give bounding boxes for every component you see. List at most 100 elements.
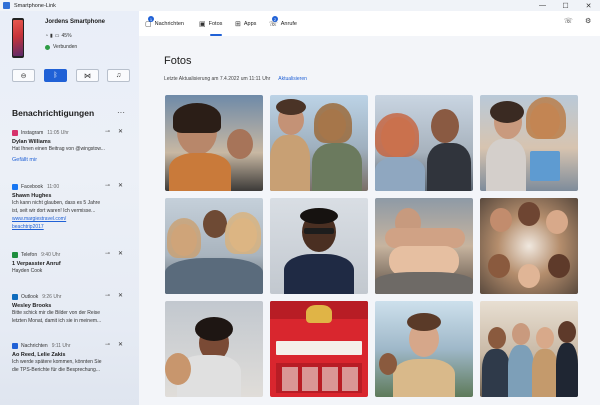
unread-badge: 1	[148, 16, 154, 22]
photo-thumbnail[interactable]	[165, 301, 263, 397]
tab-apps[interactable]: ⊞ Apps	[235, 17, 256, 31]
photo-thumbnail[interactable]	[375, 301, 473, 397]
last-updated: Letzte Aktualisierung am 7.4.2022 um 11:…	[164, 76, 307, 82]
notifications-more-button[interactable]: ···	[117, 108, 125, 117]
apps-icon: ⊞	[235, 21, 241, 28]
notification-time: 9:40 Uhr	[41, 251, 61, 258]
notifications-heading: Benachrichtigungen	[12, 108, 95, 118]
photo-thumbnail[interactable]	[270, 301, 368, 397]
messages-icon: ▢ 1	[145, 16, 154, 28]
notification-text: ist, seit wir dort waren! Ich vermisse..…	[12, 208, 96, 214]
missed-calls-badge: 2	[272, 16, 278, 22]
notification-time: 9:11 Uhr	[51, 342, 71, 349]
notification-item[interactable]: Facebook 11:00 ⊸ ✕ Shawn Hughes Ich kann n…	[12, 182, 130, 231]
notification-app: Telefon	[21, 251, 38, 258]
dialer-icon[interactable]: ☏	[564, 17, 573, 25]
close-button[interactable]: ✕	[577, 0, 600, 11]
photo-thumbnail[interactable]	[375, 95, 473, 191]
tab-bar: ▢ 1 Nachrichten ▣ Fotos ⊞ Apps ☏ 2 Anrufe …	[139, 11, 600, 36]
photo-thumbnail[interactable]	[480, 95, 578, 191]
connection-label: Verbunden	[53, 44, 78, 50]
notification-sender: Wesley Brooks	[12, 303, 52, 309]
notification-text: Ich kann nicht glauben, dass es 5 Jahre	[12, 200, 101, 206]
dismiss-icon[interactable]: ✕	[118, 128, 123, 135]
device-name: Jordens Smartphone	[45, 19, 106, 25]
connected-icon	[45, 44, 50, 50]
audio-routing-icon: ⋈	[84, 72, 91, 80]
notification-item[interactable]: Outlook 9:26 Uhr ⊸ ✕ Wesley Brooks Bitte s…	[12, 292, 130, 325]
quick-action-bluetooth[interactable]: ᛒ	[44, 69, 67, 82]
outlook-icon	[12, 293, 18, 300]
messages-icon	[12, 342, 18, 349]
tab-label: Anrufe	[280, 21, 297, 27]
pin-icon[interactable]: ⊸	[105, 341, 110, 348]
dismiss-icon[interactable]: ✕	[118, 250, 123, 257]
sidebar: Jordens Smartphone ◔ ▮ ▭ 45% Verbunden ⊖…	[0, 11, 139, 405]
notification-sender: Shawn Hughes	[12, 193, 52, 199]
dismiss-icon[interactable]: ✕	[118, 292, 123, 299]
quick-action-music[interactable]: ♫	[107, 69, 130, 82]
notification-text: Ich werde spätere kommen, könnten Sie	[12, 359, 102, 365]
battery-icon: ▭	[54, 33, 60, 39]
tab-label: Apps	[243, 21, 257, 27]
pin-icon[interactable]: ⊸	[105, 250, 110, 257]
notification-item[interactable]: Instagram 11:05 Uhr ⊸ ✕ Dylan Williams Hat…	[12, 128, 130, 163]
photo-thumbnail[interactable]	[480, 301, 578, 397]
tab-calls[interactable]: ☏ 2 Anrufe	[269, 16, 297, 31]
notification-sender: Ao Reed, Lelie Zakis	[12, 352, 66, 358]
notification-sender: Dylan Williams	[12, 139, 51, 145]
pin-icon[interactable]: ⊸	[105, 292, 110, 299]
phone-icon	[12, 251, 18, 258]
notification-item[interactable]: Nachrichten 9:11 Uhr ⊸ ✕ Ao Reed, Lelie Za…	[12, 341, 130, 374]
notification-link[interactable]: www.margiestravel.com/	[12, 216, 130, 223]
last-updated-text: Letzte Aktualisierung am 7.4.2022 um 11:…	[164, 76, 271, 82]
music-icon: ♫	[115, 72, 122, 79]
notification-text: Hayden Cook	[12, 268, 43, 274]
photo-thumbnail[interactable]	[270, 198, 368, 294]
photos-panel: Fotos Letzte Aktualisierung am 7.4.2022 …	[139, 36, 600, 405]
photos-icon: ▣	[199, 21, 206, 28]
notification-app: Instagram	[21, 129, 44, 136]
photo-thumbnail[interactable]	[165, 198, 263, 294]
photo-thumbnail[interactable]	[270, 95, 368, 191]
do-not-disturb-icon: ⊖	[20, 72, 27, 80]
notification-text: Hat Ihnen einen Beitrag von @wingstow...	[12, 146, 105, 152]
tab-label: Nachrichten	[154, 21, 184, 27]
minimize-button[interactable]: —	[531, 0, 554, 11]
notification-sender: 1 Verpasster Anruf	[12, 261, 61, 267]
pin-icon[interactable]: ⊸	[105, 182, 110, 189]
dismiss-icon[interactable]: ✕	[118, 182, 123, 189]
maximize-button[interactable]: ☐	[554, 0, 577, 11]
tab-photos[interactable]: ▣ Fotos	[199, 17, 222, 31]
signal-icon: ▮	[50, 33, 53, 39]
notification-time: 11:05 Uhr	[47, 129, 69, 136]
notification-app: Facebook	[21, 183, 43, 190]
window-title: Smartphone-Link	[14, 2, 56, 9]
settings-icon[interactable]: ⚙	[585, 17, 591, 25]
photo-grid	[165, 95, 578, 405]
notification-link[interactable]: beachtrip2017	[12, 224, 130, 231]
quick-action-audio[interactable]: ⋈	[76, 69, 99, 82]
pin-icon[interactable]: ⊸	[105, 128, 110, 135]
tab-messages[interactable]: ▢ 1 Nachrichten	[145, 16, 184, 31]
photo-thumbnail[interactable]	[480, 198, 578, 294]
tab-label: Fotos	[208, 21, 223, 27]
notification-text: letzten Monat, damit ich sie in meinem..…	[12, 318, 102, 324]
notification-app: Nachrichten	[21, 342, 48, 349]
app-logo-icon	[3, 2, 10, 9]
like-action-button[interactable]: Gefällt mir	[12, 157, 130, 163]
page-title: Fotos	[164, 55, 192, 67]
device-status: ◔ ▮ ▭ 45%	[45, 33, 72, 39]
phone-image	[12, 18, 24, 58]
notification-text: die TPS-Berichte für die Besprechung...	[12, 367, 101, 373]
notification-item[interactable]: Telefon 9:40 Uhr ⊸ ✕ 1 Verpasster Anruf Ha…	[12, 250, 130, 275]
dismiss-icon[interactable]: ✕	[118, 341, 123, 348]
photo-thumbnail[interactable]	[165, 95, 263, 191]
notification-app: Outlook	[21, 293, 39, 300]
quick-action-dnd[interactable]: ⊖	[12, 69, 35, 82]
refresh-link[interactable]: Aktualisieren	[278, 76, 307, 82]
facebook-icon	[12, 183, 18, 190]
photo-thumbnail[interactable]	[375, 198, 473, 294]
connection-status: Verbunden	[45, 44, 77, 50]
instagram-icon	[12, 129, 18, 136]
